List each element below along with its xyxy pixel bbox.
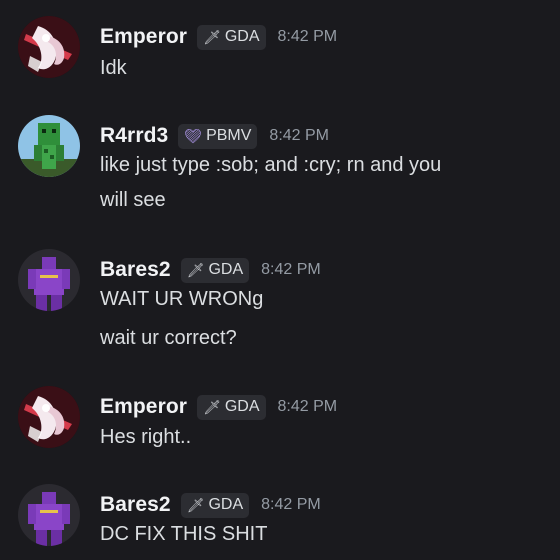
sword-icon: 🗡︎	[186, 497, 205, 513]
message-header: R4rrd3 💜︎ PBMV 8:42 PM	[100, 121, 329, 151]
avatar[interactable]	[18, 386, 80, 448]
server-tag[interactable]: 🗡︎ GDA	[197, 394, 266, 420]
message-header: Emperor 🗡︎ GDA 8:42 PM	[100, 22, 337, 52]
sword-icon: 🗡︎	[203, 29, 221, 45]
avatar[interactable]	[18, 249, 80, 311]
sword-icon: 🗡︎	[203, 399, 221, 415]
message-header: Bares2 🗡︎ GDA 8:42 PM	[100, 490, 321, 520]
avatar-bares2-image	[18, 484, 80, 546]
username[interactable]: Emperor	[100, 395, 187, 419]
message-text: Idk	[100, 57, 127, 79]
message-header: Emperor 🗡︎ GDA 8:42 PM	[100, 392, 337, 422]
username[interactable]: Emperor	[100, 25, 187, 49]
server-tag-label: GDA	[208, 261, 244, 278]
avatar-r4rrd3-image	[18, 115, 80, 177]
timestamp: 8:42 PM	[277, 28, 338, 45]
server-tag-label: GDA	[208, 496, 244, 513]
server-tag-label: PBMV	[206, 127, 252, 144]
avatar[interactable]	[18, 16, 80, 78]
avatar[interactable]	[18, 115, 80, 177]
timestamp: 8:42 PM	[261, 261, 321, 278]
message-text: like just type :sob; and :cry; rn and yo…	[100, 154, 442, 176]
server-tag-label: GDA	[224, 28, 260, 45]
message-text: wait ur correct?	[100, 327, 237, 349]
message-text: WAIT UR WRONg	[100, 288, 264, 310]
server-tag[interactable]: 🗡︎ GDA	[197, 24, 266, 50]
avatar-emperor-image	[18, 386, 80, 448]
timestamp: 8:42 PM	[269, 127, 330, 144]
server-tag-label: GDA	[224, 398, 260, 415]
message-header: Bares2 🗡︎ GDA 8:42 PM	[100, 255, 321, 285]
message-text: DC FIX THIS SHIT	[100, 523, 268, 545]
sword-icon: 🗡︎	[186, 262, 205, 278]
timestamp: 8:42 PM	[277, 398, 338, 415]
message-text: will see	[100, 189, 166, 211]
username[interactable]: Bares2	[100, 258, 171, 282]
heart-icon: 💜︎	[184, 128, 203, 144]
username[interactable]: Bares2	[100, 493, 171, 517]
avatar-emperor-image	[18, 16, 80, 78]
server-tag[interactable]: 🗡︎ GDA	[180, 257, 250, 283]
server-tag[interactable]: 🗡︎ GDA	[180, 492, 250, 518]
server-tag[interactable]: 💜︎ PBMV	[178, 123, 258, 149]
timestamp: 8:42 PM	[261, 496, 321, 513]
message-text: Hes right..	[100, 426, 192, 448]
avatar-bares2-image	[18, 249, 80, 311]
username[interactable]: R4rrd3	[100, 124, 168, 148]
avatar[interactable]	[18, 484, 80, 546]
